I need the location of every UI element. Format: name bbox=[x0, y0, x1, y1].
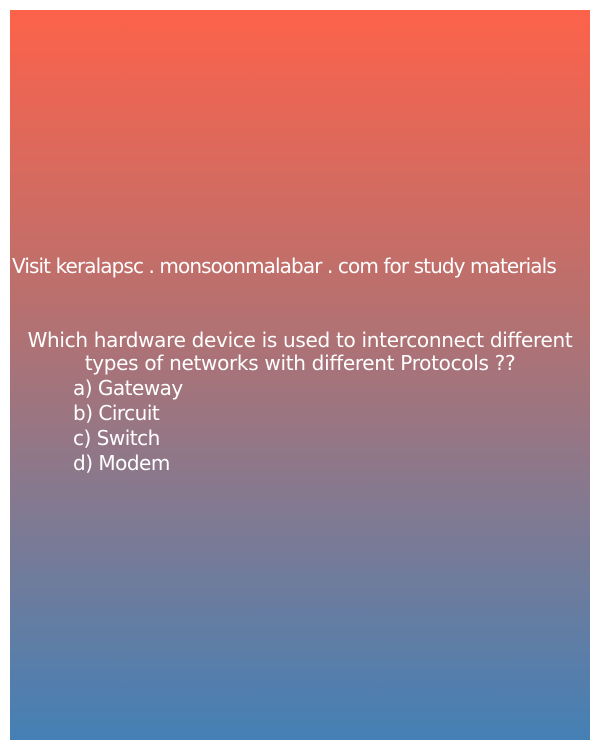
question-text: Which hardware device is used to interco… bbox=[27, 328, 573, 375]
option-a: a) Gateway bbox=[73, 376, 183, 400]
option-c: c) Switch bbox=[73, 426, 160, 450]
option-d: d) Modem bbox=[73, 451, 170, 475]
options-list: a) Gateway b) Circuit c) Switch d) Modem bbox=[73, 376, 183, 476]
promo-text: Visit keralapsc . monsoonmalabar . com f… bbox=[12, 254, 557, 278]
option-b: b) Circuit bbox=[73, 401, 160, 425]
question-card: Visit keralapsc . monsoonmalabar . com f… bbox=[10, 10, 590, 740]
